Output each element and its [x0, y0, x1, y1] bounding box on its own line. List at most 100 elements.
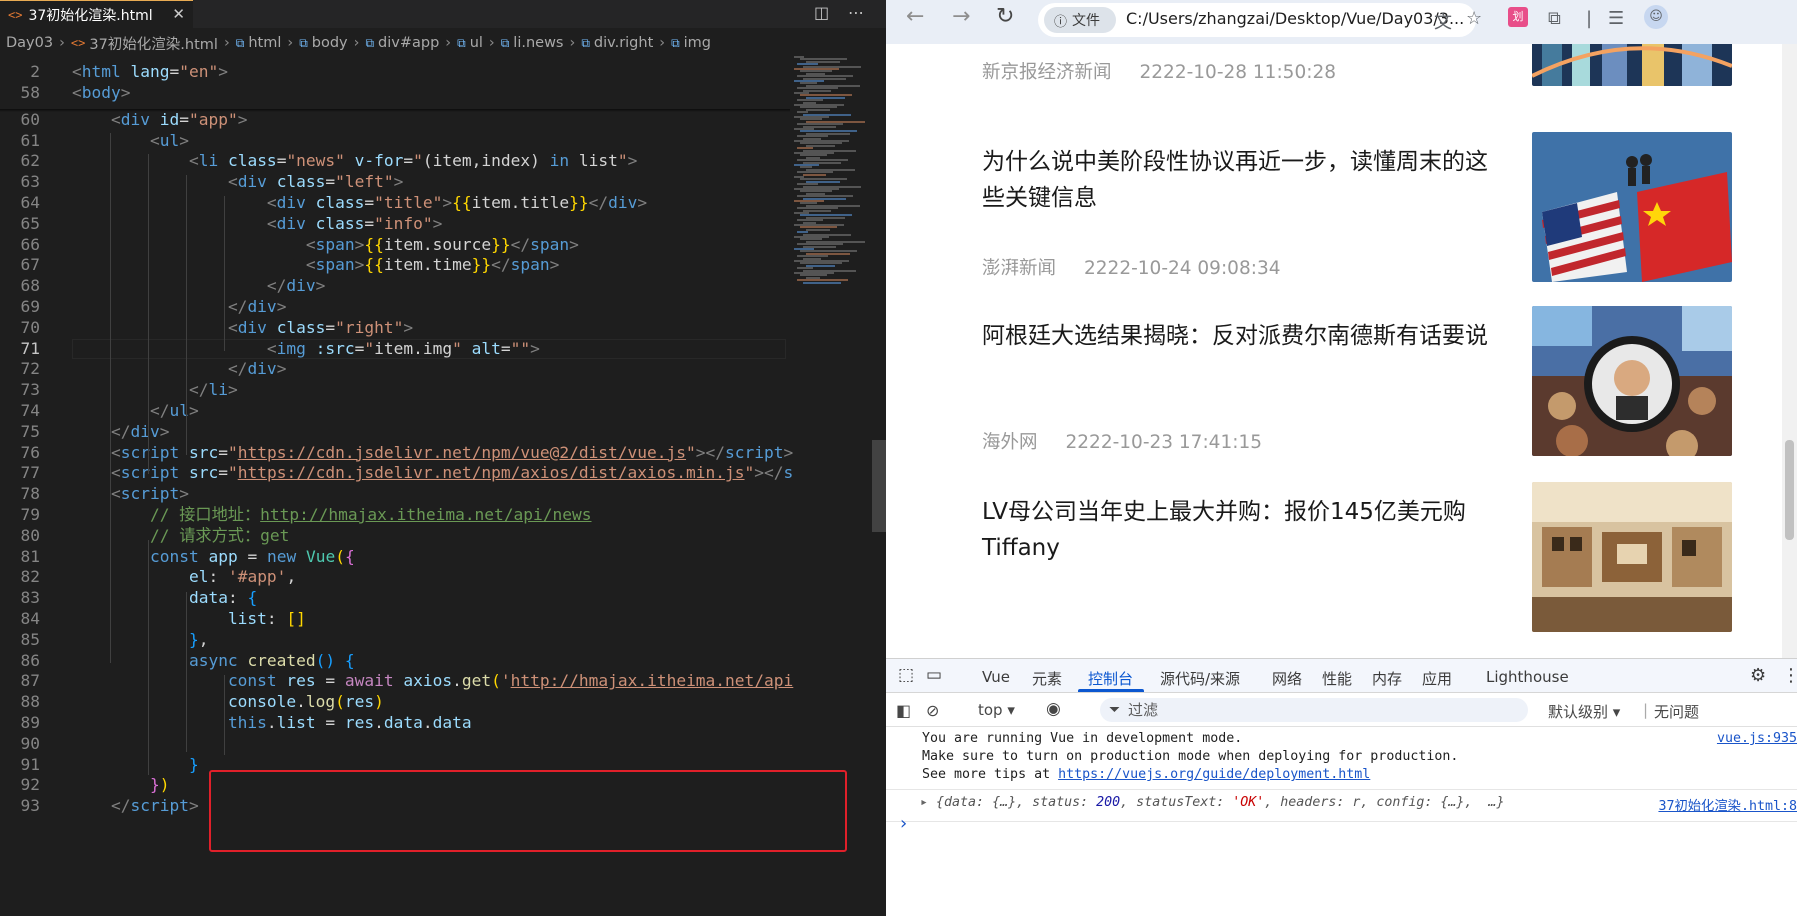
avatar[interactable]: ☺	[1644, 5, 1668, 29]
address-bar[interactable]: ⓘ 文件 C:/Users/zhangzai/Desktop/Vue/Day03…	[1038, 3, 1476, 37]
code-line[interactable]: 61 <ul>	[0, 131, 790, 152]
eye-icon[interactable]: ◉	[1046, 699, 1061, 719]
code-line[interactable]: 69 </div>	[0, 297, 790, 318]
sticky-code-line[interactable]: 58 <body>	[0, 81, 790, 105]
reload-button[interactable]: ↻	[996, 4, 1014, 29]
code-line[interactable]: 80 // 请求方式：get	[0, 526, 790, 547]
devtools-tab[interactable]: Lighthouse	[1486, 668, 1569, 686]
code-line[interactable]: 83 data: {	[0, 588, 790, 609]
console-prompt-icon[interactable]: ›	[900, 813, 907, 834]
news-title[interactable]: 为什么说中美阶段性协议再近一步，读懂周末的这些关键信息	[982, 144, 1502, 216]
breadcrumb-item[interactable]: Day03	[6, 35, 53, 51]
code-text: // 接口地址：http://hmajax.itheima.net/api/ne…	[149, 505, 592, 524]
code-line[interactable]: 60 <div id="app">	[0, 110, 790, 131]
breadcrumb-item[interactable]: div#app	[378, 35, 439, 51]
more-options-icon[interactable]: ⋮	[1782, 665, 1797, 686]
back-button[interactable]: ←	[906, 4, 924, 29]
devtools-tab[interactable]: 控制台	[1088, 668, 1133, 689]
extension-icon[interactable]: 划	[1508, 7, 1528, 27]
editor-tab[interactable]: <> 37初始化渲染.html ✕	[0, 0, 193, 28]
code-line[interactable]: 68 </div>	[0, 276, 790, 297]
code-line[interactable]: 84 list: []	[0, 609, 790, 630]
code-line[interactable]: 89 this.list = res.data.data	[0, 713, 790, 734]
code-line[interactable]: 75 </div>	[0, 422, 790, 443]
filter-input[interactable]: ⏷ 过滤	[1100, 698, 1528, 722]
line-number: 69	[20, 297, 41, 316]
news-image[interactable]	[1532, 482, 1732, 632]
console-source-link[interactable]: vue.js:935	[1717, 731, 1797, 746]
devtools-tab[interactable]: 性能	[1322, 668, 1352, 689]
deployment-link[interactable]: https://vuejs.org/guide/deployment.html	[1058, 767, 1370, 782]
sidebar-toggle-icon[interactable]: ◧	[896, 701, 911, 720]
page-scrollbar[interactable]	[1782, 44, 1797, 658]
code-line[interactable]: 73 </li>	[0, 380, 790, 401]
code-line[interactable]: 63 <div class="left">	[0, 172, 790, 193]
breadcrumb-item[interactable]: li.news	[513, 35, 563, 51]
forward-button[interactable]: →	[952, 4, 970, 29]
code-line[interactable]: 67 <span>{{item.time}}</span>	[0, 255, 790, 276]
code-line[interactable]: 87 const res = await axios.get('http://h…	[0, 671, 794, 692]
news-image[interactable]	[1532, 306, 1732, 456]
device-toolbar-icon[interactable]: ▭	[926, 665, 942, 685]
close-icon[interactable]: ✕	[172, 5, 185, 23]
devtools-tab[interactable]: 网络	[1272, 668, 1302, 689]
breadcrumb-item[interactable]: div.right	[594, 35, 653, 51]
code-line[interactable]: 65 <div class="info">	[0, 214, 790, 235]
line-number: 70	[20, 317, 41, 337]
code-line[interactable]: 88 console.log(res)	[0, 692, 790, 713]
expand-arrow-icon[interactable]: ▸	[920, 795, 936, 810]
code-line[interactable]: 86 async created() {	[0, 651, 790, 672]
more-actions-icon[interactable]: ⋯	[848, 3, 864, 22]
code-line[interactable]: 74 </ul>	[0, 401, 790, 422]
inspect-element-icon[interactable]: ⬚	[898, 665, 914, 685]
page-scroll-thumb[interactable]	[1785, 440, 1794, 540]
devtools-tab[interactable]: 源代码/来源	[1160, 668, 1240, 689]
code-line[interactable]: 76 <script src="https://cdn.jsdelivr.net…	[0, 443, 794, 464]
issues-count[interactable]: 无问题	[1654, 701, 1699, 722]
log-level-selector[interactable]: 默认级别 ▾	[1548, 701, 1620, 722]
devtools-tab[interactable]: 内存	[1372, 668, 1402, 689]
code-line[interactable]: 78 <script>	[0, 484, 790, 505]
news-image[interactable]	[1532, 132, 1732, 282]
news-image[interactable]	[1532, 44, 1732, 86]
settings-gear-icon[interactable]: ⚙	[1750, 665, 1766, 686]
highlight-annotation-box	[209, 770, 847, 852]
clear-console-icon[interactable]: ⊘	[926, 701, 939, 720]
breadcrumb-separator: ›	[488, 35, 495, 51]
code-line[interactable]: 64 <div class="title">{{item.title}}</di…	[0, 193, 790, 214]
code-line[interactable]: 90	[0, 734, 790, 755]
bookmark-star-icon[interactable]: ☆	[1466, 8, 1482, 29]
code-line[interactable]: 85 },	[0, 630, 790, 651]
code-line[interactable]: 72 </div>	[0, 359, 790, 380]
code-line[interactable]: 62 <li class="news" v-for="(item,index) …	[0, 151, 790, 172]
site-info-chip[interactable]: ⓘ 文件	[1044, 7, 1116, 33]
news-title[interactable]: 阿根廷大选结果揭晓：反对派费尔南德斯有话要说	[982, 318, 1502, 354]
breadcrumb-item[interactable]: html	[248, 35, 281, 51]
editor-scrollbar[interactable]	[872, 440, 886, 532]
code-line[interactable]: 70 <div class="right">	[0, 318, 790, 339]
devtools-tab[interactable]: 元素	[1032, 668, 1062, 689]
breadcrumb-item[interactable]: ul	[470, 35, 483, 51]
line-number: 74	[20, 401, 41, 420]
console-object-log[interactable]: ▸ {data: {…}, status: 200, statusText: '…	[920, 795, 1504, 810]
code-text: async created() {	[188, 650, 355, 670]
extensions-puzzle-icon[interactable]: ⧉	[1548, 8, 1561, 29]
devtools-tab[interactable]: Vue	[982, 668, 1010, 686]
line-number: 63	[20, 172, 41, 192]
devtools-tab[interactable]: 应用	[1422, 668, 1452, 689]
code-line[interactable]: 81 const app = new Vue({	[0, 547, 790, 568]
translate-icon[interactable]: 文	[1434, 8, 1452, 34]
news-title[interactable]: LV母公司当年史上最大并购：报价145亿美元购Tiffany	[982, 494, 1502, 566]
context-selector[interactable]: top ▾	[978, 701, 1015, 719]
breadcrumb-item[interactable]: body	[312, 35, 348, 51]
reading-list-icon[interactable]: ☰	[1608, 8, 1624, 29]
breadcrumb-item[interactable]: 37初始化渲染.html	[89, 33, 218, 54]
split-editor-icon[interactable]: ◫	[814, 3, 829, 22]
news-source: 海外网	[982, 432, 1038, 453]
console-source-link[interactable]: 37初始化渲染.html:8	[1658, 795, 1797, 814]
breadcrumb-item[interactable]: img	[684, 35, 711, 51]
code-line[interactable]: 79 // 接口地址：http://hmajax.itheima.net/api…	[0, 505, 790, 526]
code-line[interactable]: 82 el: '#app',	[0, 567, 790, 588]
code-line[interactable]: 77 <script src="https://cdn.jsdelivr.net…	[0, 463, 794, 484]
code-line[interactable]: 66 <span>{{item.source}}</span>	[0, 235, 790, 256]
